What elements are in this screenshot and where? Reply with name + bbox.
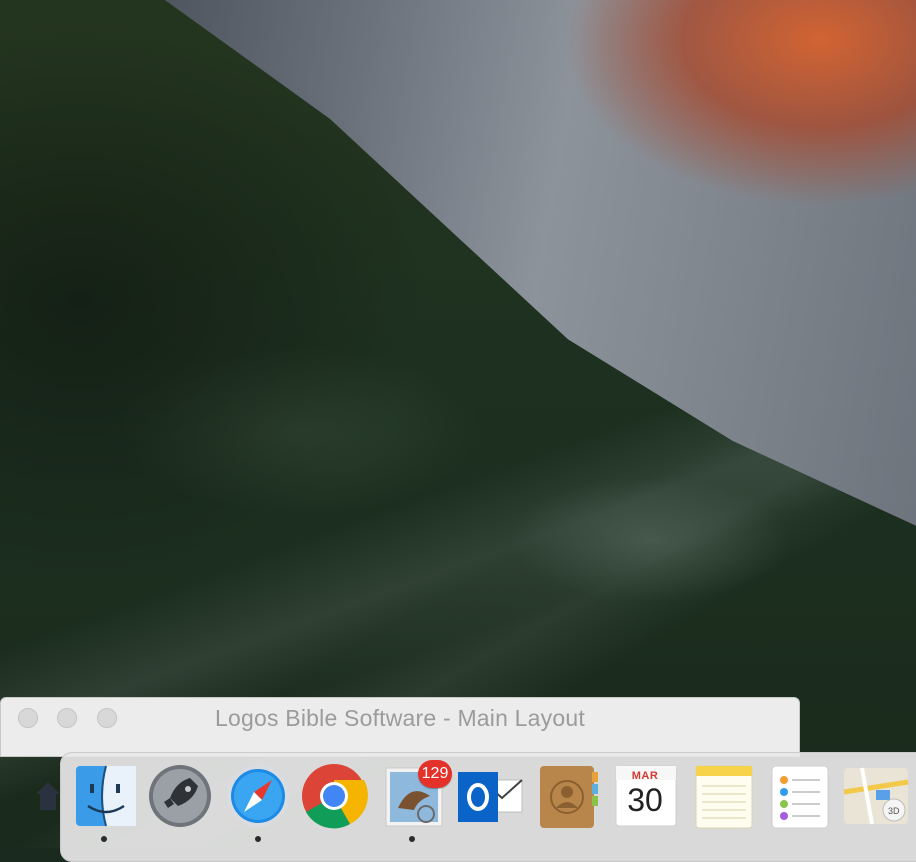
contacts-book-icon[interactable] <box>534 762 602 832</box>
outlook-icon[interactable] <box>456 762 524 832</box>
mail-badge: 129 <box>418 760 452 788</box>
calendar-month: MAR <box>631 770 659 782</box>
finder-icon[interactable] <box>72 762 140 832</box>
mail-running-indicator <box>409 836 415 842</box>
svg-text:3D: 3D <box>888 806 900 816</box>
home-icon <box>36 782 60 810</box>
finder-running-indicator <box>101 836 107 842</box>
rocket-icon[interactable] <box>146 762 214 832</box>
logos-main-window[interactable]: Logos Bible Software - Main Layout <box>0 697 800 757</box>
calendar-day: 30 <box>627 782 663 818</box>
chrome-icon[interactable] <box>300 762 368 832</box>
checklist-icon[interactable] <box>766 762 834 832</box>
notepad-icon[interactable] <box>690 762 758 832</box>
window-title: Logos Bible Software - Main Layout <box>215 705 585 731</box>
compass-icon[interactable] <box>224 762 292 832</box>
map-icon[interactable]: 3D <box>842 762 910 832</box>
safari-running-indicator <box>255 836 261 842</box>
